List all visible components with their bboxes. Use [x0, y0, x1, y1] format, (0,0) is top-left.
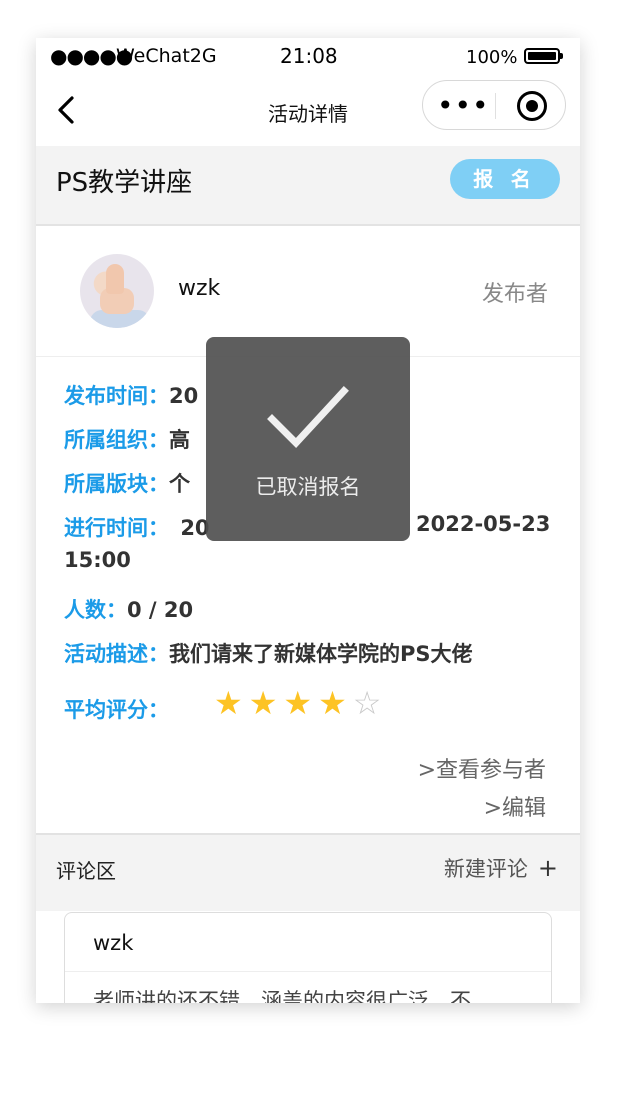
comment-section-header: 评论区 新建评论 + [36, 833, 580, 911]
time-label: 进行时间： [64, 516, 169, 540]
event-title: PS教学讲座 [56, 168, 193, 198]
time-end: 2022-05-23 [416, 512, 551, 536]
section-value: 个 [169, 472, 190, 496]
plus-icon: + [537, 854, 558, 882]
comment-section-title: 评论区 [56, 859, 116, 883]
star-filled-icon[interactable]: ★ [249, 684, 278, 722]
new-comment-button[interactable]: 新建评论 + [444, 853, 558, 883]
publish-time-row: 发布时间：20 [64, 380, 198, 410]
mini-program-capsule: ••• [422, 80, 566, 130]
checkmark-icon [267, 386, 349, 449]
description-value: 我们请来了新媒体学院的PS大佬 [169, 642, 473, 666]
status-time: 21:08 [280, 44, 338, 68]
view-participants-link[interactable]: >查看参与者 [418, 752, 546, 784]
battery-icon [524, 48, 563, 64]
avatar[interactable] [80, 254, 154, 328]
rating-label: 平均评分： [64, 698, 169, 722]
new-comment-label: 新建评论 [443, 857, 528, 881]
publish-time-label: 发布时间： [64, 384, 169, 408]
org-value: 高 [169, 428, 190, 452]
rating-row: 平均评分： ★ ★ ★ ★ ☆ [64, 684, 381, 724]
comment-card[interactable]: wzk 老师讲的还不错，涵盖的内容很广泛，不 [64, 912, 552, 1003]
edit-link[interactable]: >编辑 [484, 790, 546, 822]
phone-frame: ●●●●● WeChat2G 21:08 100% 活动详情 ••• PS教学讲… [36, 38, 580, 1003]
more-dots-icon[interactable]: ••• [437, 89, 490, 122]
star-filled-icon[interactable]: ★ [214, 684, 243, 722]
star-filled-icon[interactable]: ★ [283, 684, 312, 722]
thumbs-up-icon [106, 264, 124, 294]
star-filled-icon[interactable]: ★ [318, 684, 347, 722]
rating-stars: ★ ★ ★ ★ ☆ [214, 684, 387, 722]
comment-user: wzk [93, 931, 134, 955]
publish-time-value: 20 [169, 384, 199, 408]
people-value: 0 / 20 [127, 598, 194, 622]
section-label: 所属版块： [64, 472, 169, 496]
people-label: 人数： [64, 598, 127, 622]
battery-percent: 100% [466, 47, 518, 68]
signup-button[interactable]: 报 名 [450, 159, 560, 199]
toast: 已取消报名 [206, 337, 410, 541]
star-empty-icon[interactable]: ☆ [353, 684, 382, 722]
time-end-clock: 15:00 [64, 548, 131, 572]
description-row: 活动描述：我们请来了新媒体学院的PS大佬 [64, 638, 473, 668]
carrier-name: WeChat2G [116, 45, 217, 67]
nav-bar: 活动详情 ••• [36, 74, 580, 146]
publisher-name: wzk [178, 276, 221, 301]
section-row: 所属版块：个 [64, 468, 190, 498]
description-label: 活动描述： [64, 642, 169, 666]
people-row: 人数：0 / 20 [64, 594, 193, 624]
org-row: 所属组织：高 [64, 424, 190, 454]
org-label: 所属组织： [64, 428, 169, 452]
status-bar: ●●●●● WeChat2G 21:08 100% [36, 38, 580, 74]
event-header: PS教学讲座 报 名 [36, 146, 580, 226]
toast-message: 已取消报名 [255, 475, 361, 499]
comment-divider [65, 971, 551, 972]
publisher-role: 发布者 [482, 282, 549, 307]
capsule-divider [495, 93, 496, 119]
time-row: 进行时间： 20 2022-05-23 [64, 512, 550, 542]
target-icon[interactable] [517, 91, 547, 121]
comment-text: 老师讲的还不错，涵盖的内容很广泛，不 [93, 989, 471, 1003]
